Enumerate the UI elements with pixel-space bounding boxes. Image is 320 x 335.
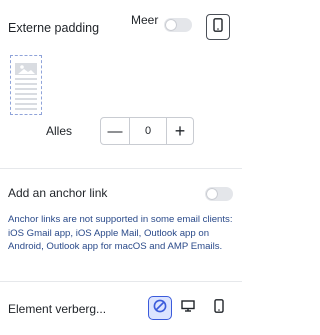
mobile-view-button[interactable] — [206, 14, 230, 40]
text-placeholder-lines — [15, 78, 37, 110]
visibility-title: Element verberg... — [8, 302, 107, 316]
anchor-title: Add an anchor link — [8, 186, 108, 200]
padding-stepper[interactable]: — 0 + — [100, 117, 194, 145]
divider — [0, 168, 242, 169]
anchor-toggle[interactable] — [205, 187, 233, 201]
all-label: Alles — [46, 124, 73, 138]
toggle-knob — [165, 19, 177, 31]
increment-button[interactable]: + — [167, 118, 193, 144]
divider — [0, 281, 242, 282]
decrement-button[interactable]: — — [101, 118, 129, 144]
anchor-info-text: Anchor links are not supported in some e… — [8, 214, 233, 253]
visibility-none-button[interactable] — [148, 296, 172, 320]
more-label: Meer — [131, 13, 159, 27]
desktop-icon — [181, 299, 195, 317]
hide-desktop-button[interactable] — [176, 296, 200, 320]
toggle-knob — [206, 188, 218, 200]
mobile-icon — [213, 17, 223, 37]
padding-value[interactable]: 0 — [130, 118, 166, 144]
padding-title: Externe padding — [8, 21, 100, 35]
more-toggle[interactable] — [164, 18, 192, 32]
padding-preview — [10, 55, 42, 115]
mobile-icon — [214, 298, 224, 318]
no-entry-icon — [153, 299, 167, 318]
hide-mobile-button[interactable] — [207, 296, 231, 320]
